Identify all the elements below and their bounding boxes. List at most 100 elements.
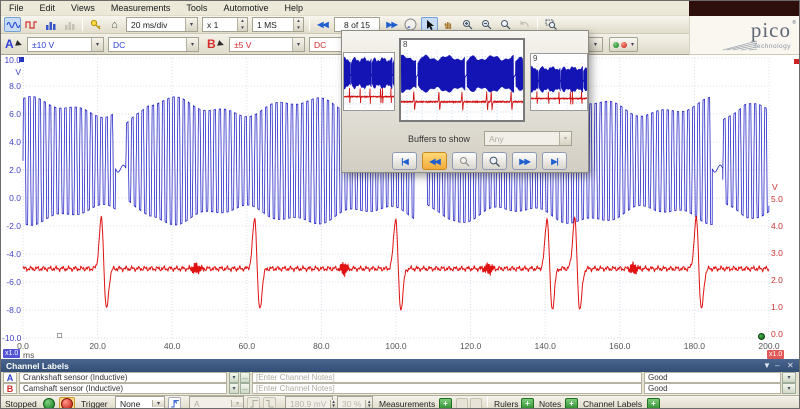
spinner-arrows[interactable]: ▲▼: [293, 18, 303, 31]
axis-tick-label: 0.0: [8, 341, 38, 351]
channel-labels-button[interactable]: +: [647, 396, 660, 409]
logo-registered-mark: ®: [792, 20, 796, 26]
channel-b-status-dropdown-button[interactable]: ▾: [782, 383, 796, 394]
channel-b-range-select[interactable]: ±5 V ▾: [229, 37, 305, 52]
buffer-number-label: 8: [403, 40, 407, 49]
channel-b-label-input[interactable]: Camshaft sensor (Inductive): [19, 383, 227, 394]
stop-button[interactable]: [59, 396, 75, 409]
trigger-level-value: 180.9 mV: [286, 399, 330, 409]
channel-b-label-more-button[interactable]: …: [240, 383, 250, 394]
channel-a-letter: A: [3, 372, 17, 383]
trigger-marker[interactable]: [57, 333, 62, 338]
add-measurement-button[interactable]: +: [439, 396, 452, 409]
channel-a-label-more-button[interactable]: …: [240, 372, 250, 383]
trigger-edge-button[interactable]: [168, 396, 181, 409]
key-icon: [90, 19, 102, 30]
minimize-icon[interactable]: –: [775, 361, 779, 370]
sine-wave-icon: [6, 20, 20, 30]
magnifier-small-icon: [459, 156, 470, 167]
channel-a-range-select[interactable]: ±10 V ▾: [27, 37, 104, 52]
samples-value: 1 MS: [253, 18, 293, 31]
buffer-thumb-next[interactable]: 9: [530, 53, 588, 111]
channel-a-notes-input[interactable]: [Enter Channel Notes]: [252, 372, 642, 383]
previous-buffers-button[interactable]: ◀◀: [314, 17, 331, 32]
chevron-down-icon[interactable]: ▾: [185, 18, 197, 31]
auto-setup-button[interactable]: [87, 17, 104, 32]
axis-tick-label: 1.0: [771, 302, 783, 312]
trigger-mode-select[interactable]: None ▾: [115, 396, 165, 409]
scope-mode-button[interactable]: [4, 17, 21, 32]
first-buffer-button[interactable]: |◀: [392, 152, 417, 170]
previous-buffer-button[interactable]: ◀◀: [422, 152, 447, 170]
axis-tick-label: 120.0: [456, 341, 486, 351]
buffer-thumb-next-plot: [531, 63, 587, 111]
menu-measurements[interactable]: Measurements: [103, 3, 179, 13]
buffer-thumb-previous[interactable]: [343, 52, 395, 111]
buffers-to-show-label: Buffers to show: [408, 134, 470, 144]
spinner-arrows[interactable]: ▲▼: [237, 18, 247, 31]
thumb-zoom-out-button[interactable]: [452, 152, 477, 170]
edit-measurement-button: [456, 396, 468, 409]
pin-icon[interactable]: ▼: [763, 361, 771, 370]
axis-tick-label: 180.0: [679, 341, 709, 351]
status-bar: Stopped Trigger None ▾ A ▾ 180.9 mV ▲▼ 3…: [1, 395, 800, 409]
close-icon[interactable]: ✕: [787, 361, 794, 370]
chevron-down-icon[interactable]: ▾: [152, 400, 164, 407]
channel-a-coupling-select[interactable]: DC ▾: [108, 37, 199, 52]
toolbar-separator: [309, 18, 310, 31]
chevron-down-icon[interactable]: ▾: [589, 38, 602, 51]
menu-automotive[interactable]: Automotive: [215, 3, 276, 13]
skip-end-icon: ▶|: [551, 157, 557, 166]
chevron-down-icon[interactable]: ▾: [292, 38, 304, 51]
go-button[interactable]: [43, 396, 55, 409]
channel-a-status-select[interactable]: Good: [644, 372, 781, 383]
rulers-button[interactable]: +: [521, 396, 534, 409]
notes-button[interactable]: +: [565, 396, 578, 409]
channel-b-letter: B: [3, 383, 17, 394]
channel-a-badge: A: [5, 37, 22, 51]
timebase-select[interactable]: 20 ms/div ▾: [126, 17, 198, 32]
trigger-label: Trigger: [81, 396, 108, 409]
buffer-navigator-window[interactable]: 8 9 Buffers to show Any ▾ |◀ ◀◀ ▶▶ ▶|: [341, 30, 589, 173]
edit-icon-disabled: [456, 398, 468, 409]
window-corner: [689, 1, 800, 16]
logo-tagline: Technology: [753, 43, 791, 50]
channel-b-axis-marker[interactable]: [794, 59, 799, 64]
pre-trigger-spinner: 30 % ▲▼: [337, 396, 373, 409]
chevron-down-icon[interactable]: ▾: [91, 38, 103, 51]
channel-a-status-dropdown-button[interactable]: ▾: [782, 372, 796, 383]
channel-a-label-dropdown-button[interactable]: ▾: [229, 372, 239, 383]
channel-b-label-dropdown-button[interactable]: ▾: [229, 383, 239, 394]
home-button[interactable]: ⌂: [106, 17, 123, 32]
menu-edit[interactable]: Edit: [32, 3, 64, 13]
last-buffer-button[interactable]: ▶|: [542, 152, 567, 170]
channel-b-notes-input[interactable]: [Enter Channel Notes]: [252, 383, 642, 394]
spectrum-mode-button[interactable]: [42, 17, 59, 32]
menu-views[interactable]: Views: [63, 3, 103, 13]
magnifier-icon: [500, 19, 511, 30]
menu-help[interactable]: Help: [276, 3, 311, 13]
x-zoom-spinner[interactable]: x 1 ▲▼: [202, 17, 248, 32]
trigger-point-dot[interactable]: [758, 333, 765, 340]
channel-b-status-select[interactable]: Good: [644, 383, 781, 394]
rulers-label: Rulers: [494, 396, 519, 409]
menu-file[interactable]: File: [1, 3, 32, 13]
channel-labels-title: Channel Labels: [6, 361, 69, 371]
axis-tick-label: V: [2, 67, 21, 77]
hidden-channel-select-fragment[interactable]: ▾: [588, 37, 603, 52]
menu-tools[interactable]: Tools: [178, 3, 215, 13]
marquee-zoom-icon: [545, 19, 557, 30]
chevron-down-icon[interactable]: ▾: [186, 38, 198, 51]
samples-spinner[interactable]: 1 MS ▲▼: [252, 17, 304, 32]
channel-a-label-input[interactable]: Crankshaft sensor (Inductive): [19, 372, 227, 383]
go-icon: [43, 398, 55, 409]
buffers-to-show-select: Any ▾: [484, 131, 572, 146]
channel-labels-header[interactable]: Channel Labels ▼ – ✕: [1, 359, 800, 372]
thumb-zoom-in-button[interactable]: [482, 152, 507, 170]
buffer-thumb-selected[interactable]: 8: [399, 38, 525, 122]
status-leds-button[interactable]: ▾: [609, 37, 638, 52]
persistence-mode-button[interactable]: [23, 17, 40, 32]
undo-arrow-icon: [519, 20, 530, 30]
next-buffer-button[interactable]: ▶▶: [512, 152, 537, 170]
stop-icon: [61, 398, 73, 409]
